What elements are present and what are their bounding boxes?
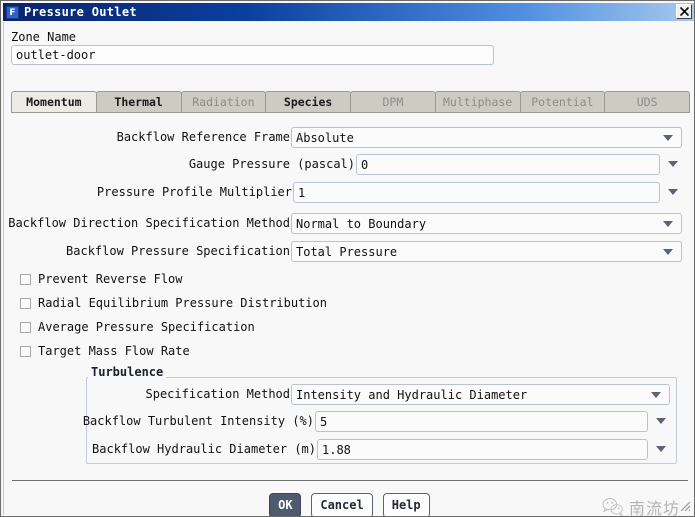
chevron-down-icon[interactable] — [668, 189, 678, 195]
help-button[interactable]: Help — [383, 493, 430, 517]
window-title: Pressure Outlet — [24, 5, 137, 19]
tab-radiation: Radiation — [181, 91, 267, 113]
dropdown-field[interactable]: Total Pressure — [291, 241, 682, 262]
zone-name-input[interactable] — [11, 45, 494, 65]
zone-name-label: Zone Name — [11, 30, 76, 44]
field-value: 1.88 — [322, 443, 351, 457]
checkbox-row[interactable]: Target Mass Flow Rate — [20, 344, 190, 358]
field-value: Normal to Boundary — [296, 217, 426, 231]
close-icon[interactable] — [676, 4, 692, 19]
field-value: Intensity and Hydraulic Diameter — [296, 388, 527, 402]
field-value: 1 — [298, 186, 305, 200]
ok-button[interactable]: OK — [269, 493, 301, 517]
tab-species[interactable]: Species — [265, 91, 351, 113]
text-field[interactable]: 1.88 — [317, 439, 648, 460]
chevron-down-icon[interactable] — [663, 221, 673, 227]
tab-bar: MomentumThermalRadiationSpeciesDPMMultip… — [11, 91, 689, 113]
dropdown-field[interactable]: Intensity and Hydraulic Diameter — [291, 384, 670, 405]
field-label: Gauge Pressure (pascal) — [189, 157, 355, 171]
tab-momentum[interactable]: Momentum — [11, 91, 97, 113]
field-label: Specification Method — [146, 387, 291, 401]
text-field[interactable]: 5 — [315, 411, 648, 432]
field-label: Backflow Reference Frame — [117, 130, 290, 144]
field-value: Total Pressure — [296, 245, 397, 259]
checkbox-icon[interactable] — [20, 274, 31, 285]
checkbox-row[interactable]: Radial Equilibrium Pressure Distribution — [20, 296, 327, 310]
field-label: Backflow Turbulent Intensity (%) — [83, 414, 314, 428]
checkbox-icon[interactable] — [20, 346, 31, 357]
chevron-down-icon[interactable] — [656, 446, 666, 452]
fluent-app-icon: F — [6, 6, 19, 19]
field-label: Pressure Profile Multiplier — [97, 185, 292, 199]
cancel-button[interactable]: Cancel — [311, 493, 372, 517]
checkbox-row[interactable]: Prevent Reverse Flow — [20, 272, 183, 286]
text-field[interactable]: 0 — [356, 154, 660, 175]
resize-grip-icon[interactable] — [677, 498, 691, 512]
checkbox-label: Target Mass Flow Rate — [38, 344, 190, 358]
watermark-text: 南流坊 — [629, 495, 680, 517]
tab-potential: Potential — [520, 91, 606, 113]
wechat-logo-icon — [602, 497, 624, 517]
checkbox-icon[interactable] — [20, 322, 31, 333]
dialog-buttons: OK Cancel Help — [4, 493, 695, 517]
pressure-outlet-dialog: F Pressure Outlet Zone Name MomentumTher… — [0, 0, 695, 517]
chevron-down-icon[interactable] — [663, 135, 673, 141]
dropdown-field[interactable]: Normal to Boundary — [291, 213, 682, 234]
checkbox-label: Average Pressure Specification — [38, 320, 255, 334]
dialog-body: Zone Name MomentumThermalRadiationSpecie… — [3, 22, 694, 515]
footer-separator — [12, 480, 688, 481]
tab-dpm: DPM — [350, 91, 436, 113]
text-field[interactable]: 1 — [293, 182, 660, 203]
tab-multiphase: Multiphase — [435, 91, 521, 113]
tab-underline — [11, 112, 689, 113]
chevron-down-icon[interactable] — [663, 249, 673, 255]
turbulence-legend: Turbulence — [88, 365, 166, 379]
field-value: 0 — [361, 158, 368, 172]
checkbox-label: Radial Equilibrium Pressure Distribution — [38, 296, 327, 310]
chevron-down-icon[interactable] — [668, 161, 678, 167]
dropdown-field[interactable]: Absolute — [291, 127, 682, 148]
tab-uds: UDS — [604, 91, 690, 113]
checkbox-label: Prevent Reverse Flow — [38, 272, 183, 286]
field-label: Backflow Direction Specification Method — [8, 216, 290, 230]
chevron-down-icon[interactable] — [651, 392, 661, 398]
chevron-down-icon[interactable] — [656, 418, 666, 424]
field-value: 5 — [320, 415, 327, 429]
field-value: Absolute — [296, 131, 354, 145]
checkbox-icon[interactable] — [20, 298, 31, 309]
checkbox-row[interactable]: Average Pressure Specification — [20, 320, 255, 334]
tab-thermal[interactable]: Thermal — [96, 91, 182, 113]
field-label: Backflow Hydraulic Diameter (m) — [92, 442, 316, 456]
title-bar[interactable]: F Pressure Outlet — [3, 3, 694, 21]
watermark: 南流坊 — [602, 495, 680, 517]
field-label: Backflow Pressure Specification — [66, 244, 290, 258]
